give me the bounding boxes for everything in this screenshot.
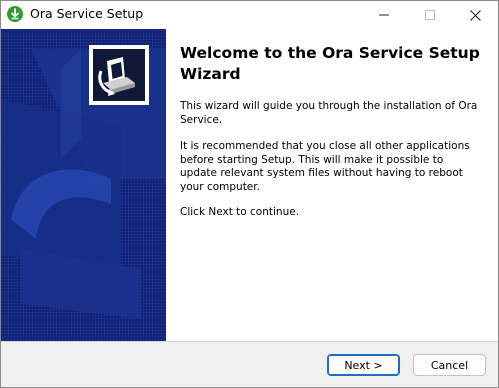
close-button[interactable] — [452, 1, 498, 29]
continue-instruction-text: Click Next to continue. — [180, 206, 300, 218]
next-button[interactable]: Next > — [327, 354, 400, 376]
intro-text: This wizard will guide you through the i… — [180, 100, 478, 126]
installer-box-icon — [98, 57, 135, 96]
installer-logo — [89, 45, 149, 105]
recommendation-text: It is recommended that you close all oth… — [180, 140, 470, 193]
cancel-button[interactable]: Cancel — [413, 354, 486, 376]
window-title: Ora Service Setup — [30, 6, 144, 21]
setup-window: Ora Service Setup Welcome to the Ora Ser… — [0, 0, 499, 388]
wizard-content: Welcome to the Ora Service Setup Wizard … — [166, 29, 498, 341]
page-title: Welcome to the Ora Service Setup Wizard — [180, 44, 480, 83]
download-arrow-icon — [7, 6, 23, 22]
minimize-icon — [379, 14, 389, 16]
wizard-sidebar-banner — [1, 29, 166, 341]
maximize-button[interactable] — [407, 1, 453, 29]
footer-divider — [1, 341, 498, 342]
close-icon — [469, 9, 481, 21]
minimize-button[interactable] — [361, 1, 407, 29]
maximize-icon — [425, 10, 435, 20]
title-bar[interactable]: Ora Service Setup — [1, 1, 498, 29]
